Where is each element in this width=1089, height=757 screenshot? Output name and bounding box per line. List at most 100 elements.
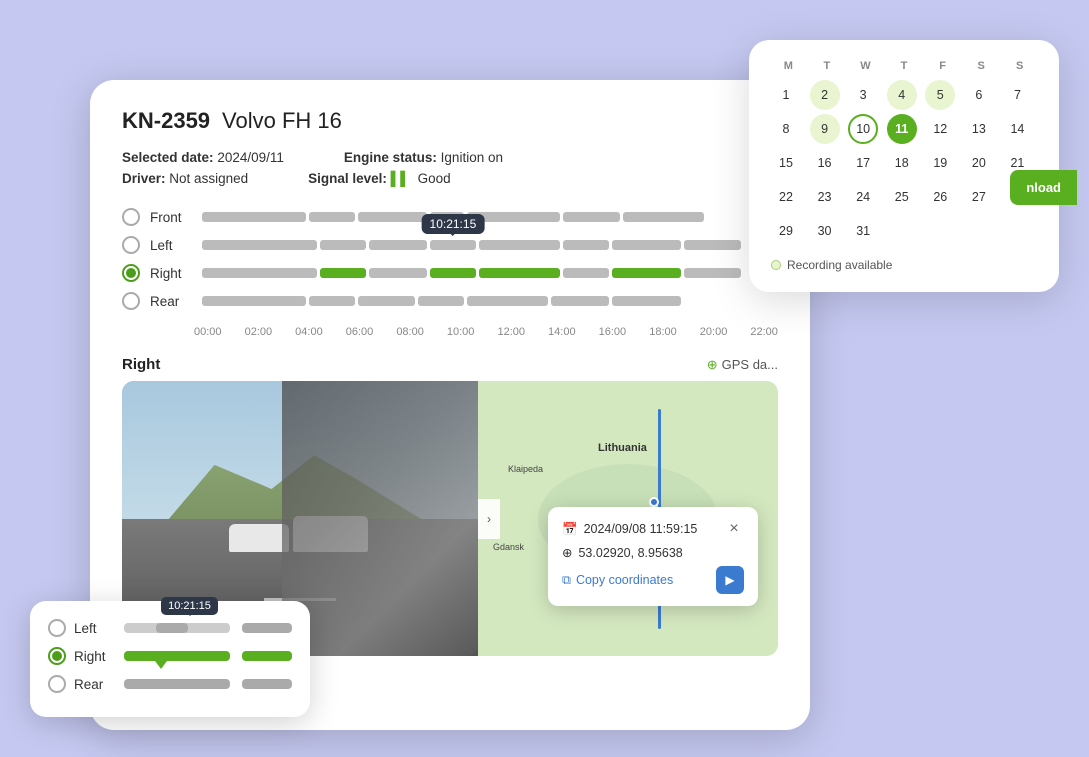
gps-data-link[interactable]: ⊕ GPS da... bbox=[707, 357, 778, 373]
cal-day-24[interactable]: 24 bbox=[848, 182, 878, 212]
copy-coordinates-button[interactable]: ⧉ Copy coordinates bbox=[562, 573, 673, 588]
cal-day-10[interactable]: 10 bbox=[848, 114, 878, 144]
cal-day-23[interactable]: 23 bbox=[810, 182, 840, 212]
cal-day-17[interactable]: 17 bbox=[848, 148, 878, 178]
mini-playhead bbox=[155, 661, 167, 669]
cal-day-4[interactable]: 4 bbox=[887, 80, 917, 110]
cal-day-5[interactable]: 5 bbox=[925, 80, 955, 110]
copy-coords-label: Copy coordinates bbox=[576, 573, 673, 587]
gps-date-row: 📅 2024/09/08 11:59:15 × bbox=[562, 519, 744, 539]
mini-radio-rear[interactable] bbox=[48, 675, 66, 693]
signal-item: Signal level: ▌▌ Good bbox=[308, 171, 450, 186]
selected-date-item: Selected date: 2024/09/11 bbox=[122, 150, 284, 165]
mini-timestamp: 10:21:15 bbox=[161, 597, 218, 615]
map-label-lithuania: Lithuania bbox=[598, 442, 647, 454]
cal-day-16[interactable]: 16 bbox=[810, 148, 840, 178]
bars-left: 10:21:15 bbox=[202, 238, 778, 252]
car1 bbox=[229, 524, 289, 552]
mini-camera-row-left: Left 10:21:15 bbox=[48, 619, 292, 637]
cal-header-t1: T bbox=[810, 60, 845, 72]
cal-day-29[interactable]: 29 bbox=[771, 216, 801, 246]
vehicle-model: Volvo FH 16 bbox=[222, 108, 342, 134]
calendar-day-headers: M T W T F S S bbox=[771, 60, 1037, 72]
camera-row-right: Right bbox=[122, 264, 778, 282]
gps-data-text: GPS da... bbox=[722, 357, 778, 372]
radio-front[interactable] bbox=[122, 208, 140, 226]
mini-radio-right[interactable] bbox=[48, 647, 66, 665]
driver-value: Not assigned bbox=[169, 171, 248, 186]
cal-day-30[interactable]: 30 bbox=[810, 216, 840, 246]
download-label: nload bbox=[1026, 180, 1061, 195]
radio-right[interactable] bbox=[122, 264, 140, 282]
calendar-grid: 1234567891011121314151617181920212223242… bbox=[771, 80, 1037, 246]
mini-label-rear: Rear bbox=[74, 677, 116, 692]
cal-header-s1: S bbox=[964, 60, 999, 72]
cal-day-3[interactable]: 3 bbox=[848, 80, 878, 110]
mini-bar-left-ext bbox=[242, 623, 292, 633]
cal-header-m: M bbox=[771, 60, 806, 72]
selected-date-value: 2024/09/11 bbox=[217, 150, 284, 165]
mini-bar-right bbox=[124, 651, 230, 661]
time-axis: 00:00 02:00 04:00 06:00 08:00 10:00 12:0… bbox=[122, 320, 778, 338]
cal-day-15[interactable]: 15 bbox=[771, 148, 801, 178]
timeline-timestamp: 10:21:15 bbox=[422, 214, 485, 234]
gps-date-value: 2024/09/08 11:59:15 bbox=[584, 522, 698, 536]
cal-day-1[interactable]: 1 bbox=[771, 80, 801, 110]
calendar-icon: 📅 bbox=[562, 522, 578, 537]
cal-day-9[interactable]: 9 bbox=[810, 114, 840, 144]
radio-rear[interactable] bbox=[122, 292, 140, 310]
cal-day-14[interactable]: 14 bbox=[1002, 114, 1032, 144]
cal-day-25[interactable]: 25 bbox=[887, 182, 917, 212]
cal-day-13[interactable]: 13 bbox=[964, 114, 994, 144]
cal-day-18[interactable]: 18 bbox=[887, 148, 917, 178]
mini-bar-right-ext bbox=[242, 651, 292, 661]
radio-left[interactable] bbox=[122, 236, 140, 254]
gps-coords-row: ⊕ 53.02920, 8.95638 bbox=[562, 545, 744, 560]
gps-play-button[interactable]: ▶ bbox=[716, 566, 744, 594]
bars-rear bbox=[202, 294, 778, 308]
gps-tooltip-close[interactable]: × bbox=[724, 519, 744, 539]
cal-day-19[interactable]: 19 bbox=[925, 148, 955, 178]
camera-label-front: Front bbox=[150, 210, 192, 225]
cal-header-s2: S bbox=[1002, 60, 1037, 72]
cal-day-20[interactable]: 20 bbox=[964, 148, 994, 178]
camera-label-left: Left bbox=[150, 238, 192, 253]
cal-day-22[interactable]: 22 bbox=[771, 182, 801, 212]
camera-label-rear: Rear bbox=[150, 294, 192, 309]
map-expand-button[interactable]: › bbox=[478, 499, 500, 539]
engine-label: Engine status: bbox=[344, 150, 437, 165]
cal-header-t2: T bbox=[887, 60, 922, 72]
map-area: Lithuania Poland Klaipeda Gdansk Bialyst… bbox=[478, 381, 778, 656]
map-label-klaipeda: Klaipeda bbox=[508, 464, 543, 474]
vehicle-info-row: Selected date: 2024/09/11 Engine status:… bbox=[122, 150, 778, 165]
mini-radio-left[interactable] bbox=[48, 619, 66, 637]
cal-day-11[interactable]: 11 bbox=[887, 114, 917, 144]
cal-day-7[interactable]: 7 bbox=[1002, 80, 1032, 110]
mini-bar-left: 10:21:15 bbox=[124, 623, 230, 633]
camera-label-right: Right bbox=[150, 266, 192, 281]
calendar-card: M T W T F S S 12345678910111213141516171… bbox=[749, 40, 1059, 292]
legend-label: Recording available bbox=[787, 258, 892, 272]
cal-day-2[interactable]: 2 bbox=[810, 80, 840, 110]
engine-status-item: Engine status: Ignition on bbox=[344, 150, 503, 165]
map-pin bbox=[649, 497, 659, 507]
cal-day-6[interactable]: 6 bbox=[964, 80, 994, 110]
gps-coords-value: 53.02920, 8.95638 bbox=[578, 546, 682, 560]
legend-dot bbox=[771, 260, 781, 270]
cal-day-8[interactable]: 8 bbox=[771, 114, 801, 144]
cal-day-31[interactable]: 31 bbox=[848, 216, 878, 246]
location-icon: ⊕ bbox=[562, 545, 572, 560]
gps-coordinates: ⊕ 53.02920, 8.95638 bbox=[562, 545, 683, 560]
mini-bar-rear bbox=[124, 679, 230, 689]
view-label: Right bbox=[122, 356, 160, 373]
cal-day-26[interactable]: 26 bbox=[925, 182, 955, 212]
mini-label-right: Right bbox=[74, 649, 116, 664]
vehicle-id: KN-2359 bbox=[122, 108, 210, 134]
download-button[interactable]: nload bbox=[1010, 170, 1077, 205]
cal-day-27[interactable]: 27 bbox=[964, 182, 994, 212]
vehicle-title: KN-2359 Volvo FH 16 bbox=[122, 108, 778, 134]
cal-day-12[interactable]: 12 bbox=[925, 114, 955, 144]
car-mirror bbox=[282, 381, 478, 656]
bars-right bbox=[202, 266, 778, 280]
driver-item: Driver: Not assigned bbox=[122, 171, 248, 186]
